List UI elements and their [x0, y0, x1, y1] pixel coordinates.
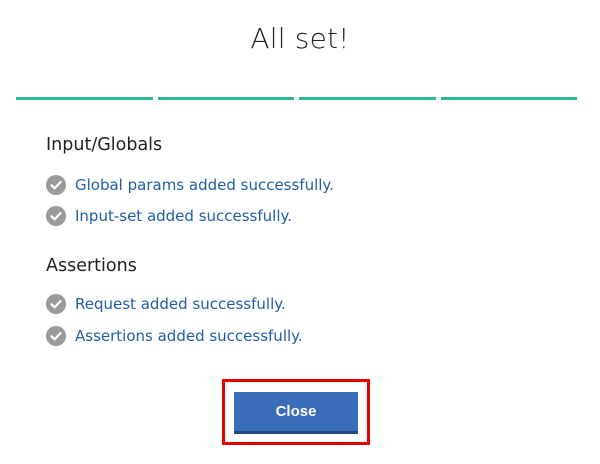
check-circle-icon: [46, 175, 66, 195]
progress-segment-2: [157, 97, 294, 100]
check-circle-icon: [46, 206, 66, 226]
check-circle-icon: [46, 326, 66, 346]
status-item-global-params: Global params added successfully.: [46, 174, 334, 196]
section-heading-input-globals: Input/Globals: [46, 135, 163, 155]
progress-segment-4: [440, 97, 577, 100]
status-text: Assertions added successfully.: [75, 327, 303, 345]
status-text: Input-set added successfully.: [75, 207, 293, 225]
status-text: Request added successfully.: [75, 295, 286, 313]
close-button[interactable]: Close: [234, 392, 358, 434]
progress-segment-1: [16, 97, 153, 100]
status-item-request: Request added successfully.: [46, 293, 286, 315]
section-heading-assertions: Assertions: [46, 256, 137, 276]
progress-segment-3: [299, 97, 436, 100]
status-item-input-set: Input-set added successfully.: [46, 205, 292, 227]
dialog-title: All set!: [250, 22, 350, 55]
progress-bar: [16, 97, 577, 100]
status-item-assertions: Assertions added successfully.: [46, 325, 303, 347]
status-text: Global params added successfully.: [75, 176, 334, 194]
check-circle-icon: [46, 294, 66, 314]
completion-dialog: All set! Input/Globals Global params add…: [0, 0, 600, 464]
